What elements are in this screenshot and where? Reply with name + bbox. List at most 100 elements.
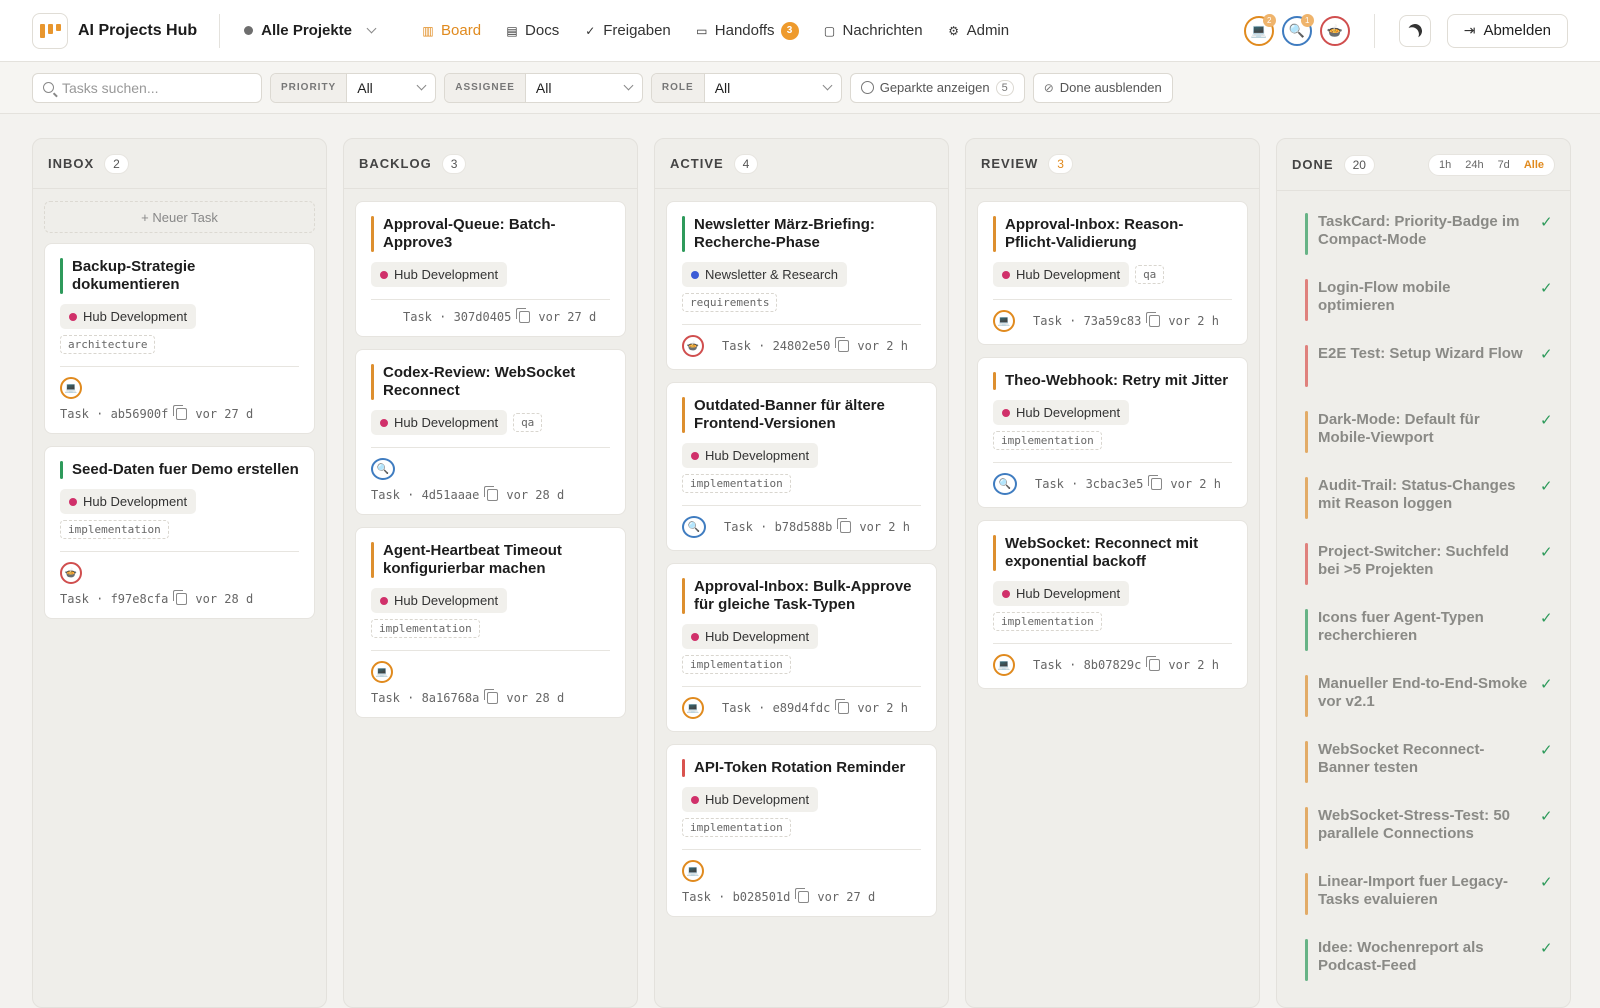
role-filter-value[interactable]: All	[705, 74, 841, 102]
assignee-avatar[interactable]: 🔍	[371, 458, 395, 480]
project-tag[interactable]: Hub Development	[682, 787, 819, 812]
done-item[interactable]: Icons fuer Agent-Typen recherchieren ✓	[1305, 597, 1556, 663]
done-item[interactable]: Manueller End-to-End-Smoke vor v2.1 ✓	[1305, 663, 1556, 729]
task-card[interactable]: WebSocket: Reconnect mit exponential bac…	[977, 520, 1248, 689]
show-parked-toggle[interactable]: Geparkte anzeigen 5	[849, 72, 1025, 103]
search-input[interactable]	[62, 79, 242, 96]
project-tag[interactable]: Hub Development	[60, 489, 197, 514]
copy-icon[interactable]	[1146, 656, 1161, 671]
task-id: Task · 8a16768a	[371, 691, 480, 705]
task-card[interactable]: Theo-Webhook: Retry mit Jitter Hub Devel…	[977, 357, 1248, 508]
copy-icon[interactable]	[795, 888, 810, 903]
project-tag[interactable]: Hub Development	[682, 624, 819, 649]
assignee-avatar[interactable]: 💻	[993, 654, 1015, 676]
done-item[interactable]: Dark-Mode: Default für Mobile-Viewport ✓	[1305, 399, 1556, 465]
task-card[interactable]: Agent-Heartbeat Timeout konfigurierbar m…	[355, 527, 626, 718]
task-card[interactable]: Outdated-Banner für ältere Frontend-Vers…	[666, 382, 937, 551]
nav-board[interactable]: ▥ Board	[409, 16, 493, 45]
copy-icon[interactable]	[173, 405, 188, 420]
project-tag[interactable]: Hub Development	[371, 588, 508, 613]
task-card[interactable]: Approval-Queue: Batch-Approve3 Hub Devel…	[355, 201, 626, 337]
check-icon: ✓	[1540, 874, 1553, 891]
assignee-avatar[interactable]: 🍲	[60, 562, 82, 584]
done-item[interactable]: Project-Switcher: Suchfeld bei >5 Projek…	[1305, 531, 1556, 597]
card-footer: Task · 307d0405 vor 27 d	[371, 308, 610, 324]
done-item[interactable]: Idee: Wochenreport als Podcast-Feed ✓	[1305, 927, 1556, 993]
nav-freigaben[interactable]: ✓ Freigaben	[571, 16, 683, 45]
time-filter-24h[interactable]: 24h	[1459, 157, 1489, 173]
nav-nachrichten[interactable]: ▢ Nachrichten	[811, 16, 935, 45]
done-item[interactable]: Linear-Import fuer Legacy-Tasks evaluier…	[1305, 861, 1556, 927]
card-meta: Task · 24802e50 vor 2 h	[722, 337, 908, 353]
nav-admin[interactable]: ⚙ Admin	[935, 16, 1022, 45]
time-filter-alle[interactable]: Alle	[1518, 157, 1550, 173]
column-header: INBOX 2	[33, 139, 326, 189]
assignee-avatar[interactable]: 🍲	[682, 335, 704, 357]
task-card[interactable]: Codex-Review: WebSocket Reconnect Hub De…	[355, 349, 626, 515]
done-item[interactable]: E2E Test: Setup Wizard Flow ✓	[1305, 333, 1556, 399]
card-title: Outdated-Banner für ältere Frontend-Vers…	[694, 397, 885, 432]
task-id: Task · ab56900f	[60, 407, 169, 421]
copy-icon[interactable]	[484, 689, 499, 704]
task-card[interactable]: Backup-Strategie dokumentieren Hub Devel…	[44, 243, 315, 434]
agent-avatar[interactable]: 🍲	[1319, 15, 1350, 46]
assignee-filter[interactable]: ASSIGNEE All	[444, 72, 643, 103]
project-tag[interactable]: Hub Development	[993, 581, 1130, 606]
hide-done-toggle[interactable]: ⊘ Done ausblenden	[1032, 72, 1173, 103]
copy-icon[interactable]	[484, 486, 499, 501]
assignee-avatar[interactable]: 💻	[682, 860, 704, 882]
bowl-icon: 🍲	[1326, 22, 1343, 38]
assignee-avatar[interactable]: 💻	[682, 697, 704, 719]
done-item[interactable]: WebSocket-Stress-Test: 50 parallele Conn…	[1305, 795, 1556, 861]
task-card[interactable]: Approval-Inbox: Bulk-Approve für gleiche…	[666, 563, 937, 732]
logout-button[interactable]: ⇥ Abmelden	[1446, 13, 1568, 48]
copy-icon[interactable]	[835, 699, 850, 714]
done-item[interactable]: Audit-Trail: Status-Changes mit Reason l…	[1305, 465, 1556, 531]
priority-filter[interactable]: PRIORITY All	[270, 72, 437, 103]
card-tags: Hub Development	[682, 624, 921, 649]
copy-icon[interactable]	[1146, 312, 1161, 327]
search-icon: 🔍	[998, 478, 1012, 490]
assignee-filter-value[interactable]: All	[526, 74, 642, 102]
agent-avatar[interactable]: 💻 2	[1243, 13, 1276, 46]
task-card[interactable]: Newsletter März-Briefing: Recherche-Phas…	[666, 201, 937, 370]
assignee-avatar[interactable]: 💻	[60, 377, 82, 399]
time-filter-1h[interactable]: 1h	[1433, 157, 1457, 173]
project-tag[interactable]: Hub Development	[371, 410, 508, 435]
time-filter-7d[interactable]: 7d	[1492, 157, 1516, 173]
nav-docs[interactable]: ▤ Docs	[493, 16, 571, 45]
theme-toggle-button[interactable]	[1398, 14, 1431, 47]
task-card[interactable]: API-Token Rotation Reminder Hub Developm…	[666, 744, 937, 917]
assignee-avatar[interactable]: 🔍	[993, 473, 1017, 495]
role-filter[interactable]: ROLE All	[650, 72, 842, 103]
project-tag[interactable]: Hub Development	[60, 304, 197, 329]
project-switcher[interactable]: Alle Projekte	[244, 22, 377, 39]
nav-handoffs[interactable]: ▭ Handoffs 3	[683, 16, 811, 46]
assignee-avatar[interactable]: 💻	[371, 661, 393, 683]
copy-icon[interactable]	[837, 518, 852, 533]
project-tag[interactable]: Hub Development	[993, 400, 1130, 425]
copy-icon[interactable]	[516, 308, 531, 323]
done-item-title: Linear-Import fuer Legacy-Tasks evaluier…	[1318, 873, 1509, 908]
new-task-button[interactable]: + Neuer Task	[44, 201, 315, 233]
done-item[interactable]: TaskCard: Priority-Badge im Compact-Mode…	[1305, 201, 1556, 267]
copy-icon[interactable]	[835, 337, 850, 352]
project-tag[interactable]: Hub Development	[993, 262, 1130, 287]
project-tag[interactable]: Newsletter & Research	[682, 262, 847, 287]
agent-avatar[interactable]: 🔍 1	[1281, 13, 1314, 46]
assignee-avatar[interactable]: 💻	[993, 310, 1015, 332]
app-logo[interactable]	[32, 12, 68, 49]
card-title-row: Codex-Review: WebSocket Reconnect	[371, 364, 610, 400]
assignee-avatar[interactable]: 🔍	[682, 516, 706, 538]
project-tag[interactable]: Hub Development	[371, 262, 508, 287]
search-icon: 🔍	[376, 463, 390, 475]
done-item[interactable]: Login-Flow mobile optimieren ✓	[1305, 267, 1556, 333]
project-tag[interactable]: Hub Development	[682, 443, 819, 468]
copy-icon[interactable]	[1148, 475, 1163, 490]
task-card[interactable]: Approval-Inbox: Reason-Pflicht-Validieru…	[977, 201, 1248, 345]
priority-filter-value[interactable]: All	[347, 74, 435, 102]
check-icon: ✓	[1540, 346, 1553, 363]
done-item[interactable]: WebSocket Reconnect-Banner testen ✓	[1305, 729, 1556, 795]
task-card[interactable]: Seed-Daten fuer Demo erstellen Hub Devel…	[44, 446, 315, 619]
copy-icon[interactable]	[173, 590, 188, 605]
